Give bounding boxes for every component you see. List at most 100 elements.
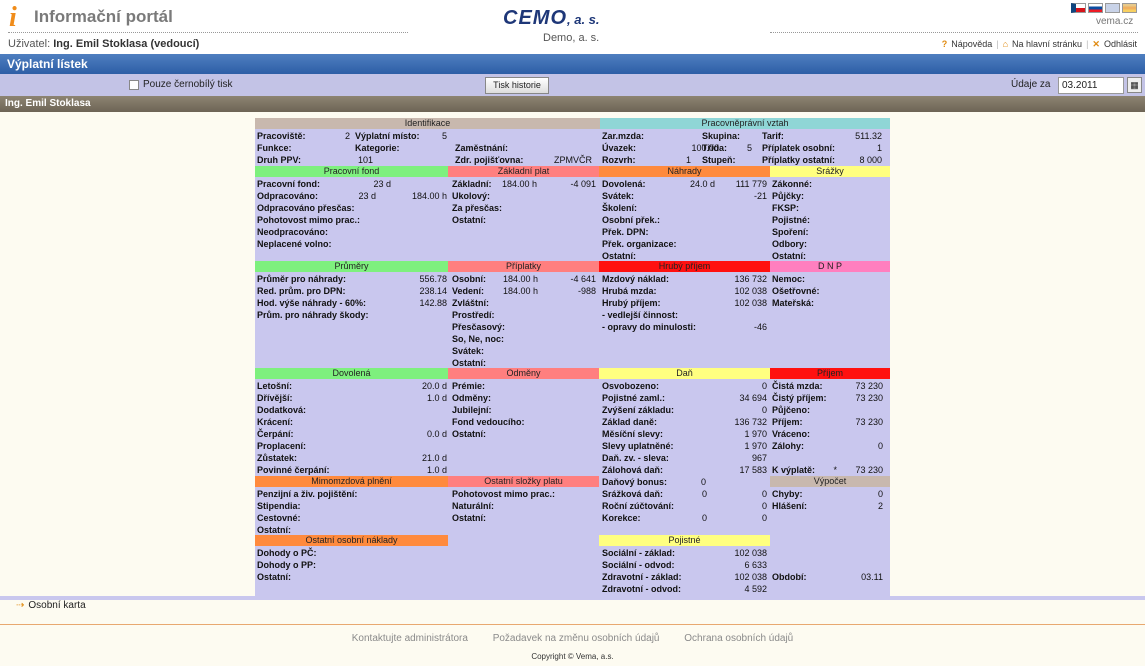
field-value-socialni-zaklad: 102 038 (734, 548, 767, 558)
field-value2-vedeni: -988 (577, 286, 596, 296)
field-label-hruby-prijem: Hrubý příjem: (602, 298, 661, 308)
field-value-trida: 5 (746, 143, 752, 153)
field-value-priplatek-osobni: 1 (876, 143, 882, 153)
section-header-prijem: Příjem (770, 368, 890, 379)
field-label-priplatky-ostatni: Příplatky ostatní: (762, 155, 836, 165)
bw-print-checkbox[interactable] (129, 80, 139, 90)
field-value-k-vyplate: * (833, 465, 837, 475)
field-label-zamestnani: Zaměstnání: (455, 143, 509, 153)
field-value-prijem: 73 230 (855, 417, 883, 427)
header: i Informační portál Uživatel: Ing. Emil … (0, 0, 1145, 54)
field-label-tarif: Tarif: (762, 131, 784, 141)
field-label-pujceno: Půjčeno: (772, 405, 811, 415)
field-value-cerpani: 0.0 d (426, 429, 447, 439)
logout-link[interactable]: Odhlásit (1104, 39, 1137, 50)
field-label-zakladni: Základní: (452, 179, 492, 189)
field-label-ostatni: Ostatní: (452, 513, 487, 523)
flag-cz-icon[interactable] (1071, 3, 1086, 13)
calendar-icon[interactable]: ▦ (1127, 77, 1142, 93)
divider (0, 596, 1145, 600)
payslip-grid: Identifikace Pracovněprávní vztah Pracovní… (255, 118, 890, 596)
company-name: Demo, a. s. (543, 32, 600, 44)
section-header-pracovne: Pracovněprávní vztah (600, 118, 890, 129)
field-label-zar-mzda: Zar.mzda: (602, 131, 645, 141)
field-label-dovolena: Dovolená: (602, 179, 646, 189)
field-label-fksp: FKSP: (772, 203, 799, 213)
field-label-osobni: Osobní: (452, 274, 486, 284)
field-label-ostatni: Ostatní: (257, 572, 292, 582)
flag-de-icon[interactable] (1122, 3, 1137, 13)
field-label-prek-dpn: Přek. DPN: (602, 227, 649, 237)
field-label-pojistne-zaml: Pojistné zaml.: (602, 393, 666, 403)
field-value-priplatky-ostatni: 8 000 (859, 155, 882, 165)
help-link[interactable]: Nápověda (951, 39, 992, 50)
section-header-nahrady: Náhrady (599, 166, 770, 177)
home-icon: ⌂ (1002, 39, 1009, 49)
field-label-povinne-cerpani: Povinné čerpání: (257, 465, 330, 475)
field-label-druh-ppv: Druh PPV: (257, 155, 302, 165)
contact-admin-link[interactable]: Kontaktujte administrátora (352, 633, 468, 644)
field-label-cestovne: Cestovné: (257, 513, 301, 523)
field-label-ostatni: Ostatní: (452, 358, 487, 368)
section-header-dnp: D N P (770, 261, 890, 272)
section-header-pojistne: Pojistné (599, 535, 770, 546)
personal-card-link[interactable]: ⇢ Osobní karta (16, 600, 86, 611)
field-value-obdobi: 03.11 (861, 572, 883, 582)
field-label-kategorie: Kategorie: (355, 143, 400, 153)
flag-uk-icon[interactable] (1105, 3, 1120, 13)
field-label-neodpracovano: Neodpracováno: (257, 227, 329, 237)
copyright: Copyright © Vema, a.s. (531, 652, 614, 661)
field-label-vyplatni-misto: Výplatní místo: (355, 131, 420, 141)
site-url[interactable]: vema.cz (1096, 16, 1133, 27)
flag-sk-icon[interactable] (1088, 3, 1103, 13)
field-label-vedeni: Vedení: (452, 286, 485, 296)
field-value-drivejsi: 1.0 d (426, 393, 447, 403)
field-label-jubilejni: Jubilejní: (452, 405, 492, 415)
period-input[interactable]: 03.2011 (1058, 77, 1124, 94)
field-label-odpracovano: Odpracováno: (257, 191, 319, 201)
privacy-link[interactable]: Ochrana osobních údajů (684, 633, 793, 644)
home-link[interactable]: Na hlavní stránku (1012, 39, 1082, 50)
field-label-chyby: Chyby: (772, 489, 803, 499)
field-label-stupen: Stupeň: (702, 155, 736, 165)
field-value-zdravotni-odvod: 4 592 (744, 584, 767, 594)
field-label-k-vyplate: K výplatě: (772, 465, 816, 475)
field-label-odpracovano-prescas: Odpracováno přesčas: (257, 203, 355, 213)
field-label-drivejsi: Dřívější: (257, 393, 293, 403)
field-label-sporeni: Spoření: (772, 227, 809, 237)
field-label-osetrovne: Ošetřovné: (772, 286, 820, 296)
field-label-vedlejsi-cinnost: - vedlejší činnost: (602, 310, 679, 320)
field-value-osvobozeno: 0 (761, 381, 767, 391)
field-value-red-prum-pro-dpn: 238.14 (419, 286, 447, 296)
field-value-dan-zv-sleva: 967 (751, 453, 767, 463)
field-label-obdobi: Období: (772, 572, 807, 582)
footer: Kontaktujte administrátora Požadavek na … (0, 633, 1145, 644)
field-label-cerpani: Čerpání: (257, 429, 294, 439)
field-label-dohody-o-pc: Dohody o PČ: (257, 548, 317, 558)
field-label-zvlastni: Zvláštní: (452, 298, 490, 308)
logout-icon: ✕ (1092, 39, 1100, 49)
field-label-neplacene-volno: Neplacené volno: (257, 239, 332, 249)
field-label-hlaseni: Hlášení: (772, 501, 808, 511)
field-label-zdravotni-zaklad: Zdravotní - základ: (602, 572, 682, 582)
field-label-stipendia: Stipendia: (257, 501, 301, 511)
field-value-zdravotni-zaklad: 102 038 (734, 572, 767, 582)
field-label-slevy-uplatnene: Slevy uplatněné: (602, 441, 674, 451)
field-label-rocni-zuctovani: Roční zúčtování: (602, 501, 675, 511)
section-header-dovolena: Dovolená (255, 368, 448, 379)
change-request-link[interactable]: Požadavek na změnu osobních údajů (493, 633, 660, 644)
field-label-mzdovy-naklad: Mzdový náklad: (602, 274, 670, 284)
field-value-rozvrh: 1 (685, 155, 691, 165)
print-history-button[interactable]: Tisk historie (485, 77, 549, 94)
field-label-pohotovost-mimo-prac: Pohotovost mimo prac.: (257, 215, 361, 225)
field-label-ostatni: Ostatní: (772, 251, 807, 261)
divider (0, 624, 1145, 625)
field-label-naturalni: Naturální: (452, 501, 495, 511)
field-value-cista-mzda: 73 230 (855, 381, 883, 391)
field-label-pujcky: Půjčky: (772, 191, 805, 201)
field-value2-dovolena: 111 779 (735, 179, 767, 189)
field-label-dohody-o-pp: Dohody o PP: (257, 560, 316, 570)
section-header-hruby: Hrubý příjem (599, 261, 770, 272)
field-label-premie: Prémie: (452, 381, 486, 391)
help-icon: ? (941, 39, 948, 49)
